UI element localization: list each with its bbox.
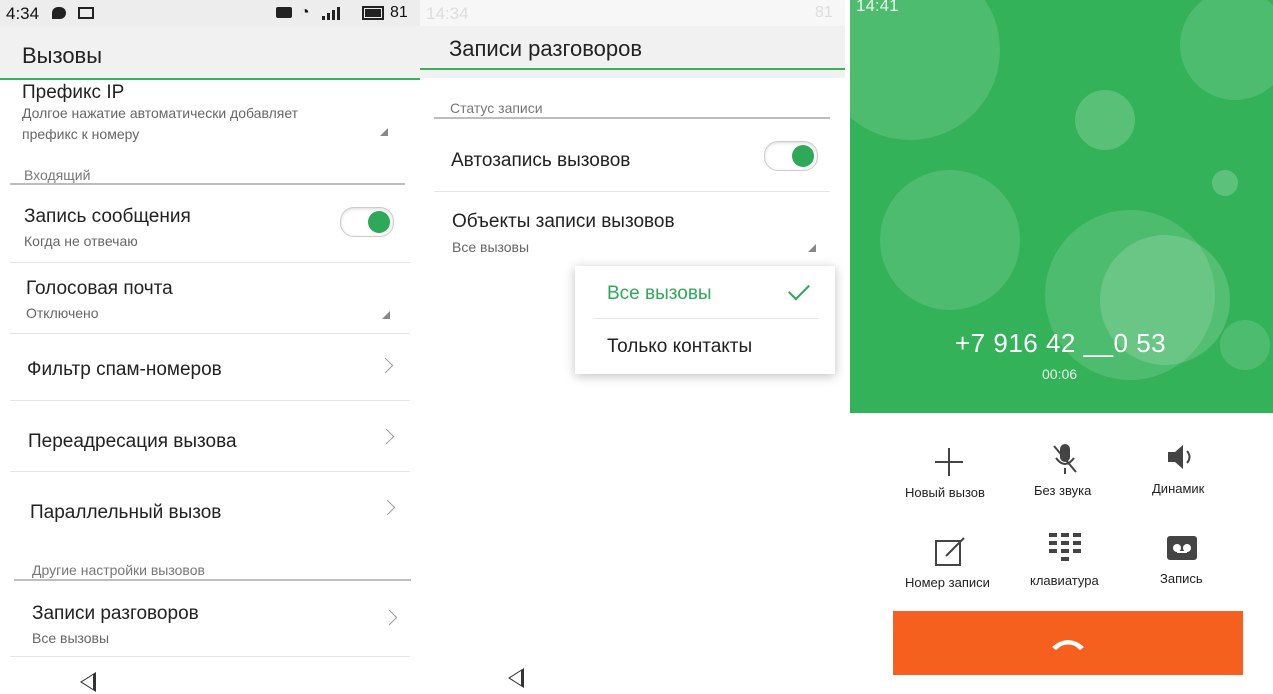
chevron-right-icon (378, 428, 395, 445)
setting-title: Голосовая почта (26, 278, 173, 299)
section-record-status: Статус записи (450, 100, 543, 116)
battery-icon (362, 6, 384, 20)
setting-title: Автозапись вызовов (451, 150, 631, 171)
status-time: 14:41 (856, 0, 899, 15)
setting-sub: Когда не отвечаю (24, 233, 138, 249)
auto-record-toggle[interactable] (764, 141, 818, 171)
button-label: Новый вызов (905, 485, 985, 500)
page-title: Записи разговоров (449, 36, 643, 61)
setting-sub: Долгое нажатие автоматически добавляет (22, 105, 299, 121)
chat-icon (52, 7, 66, 19)
nav-back-icon[interactable] (508, 668, 524, 688)
setting-sub: Все вызовы (452, 239, 530, 255)
app-bar: Вызовы (0, 26, 420, 80)
option-label: Все вызовы (607, 283, 712, 304)
keypad-icon (1049, 533, 1081, 561)
setting-title: Параллельный вызов (30, 502, 222, 523)
speaker-icon (1166, 443, 1196, 471)
divider (434, 191, 830, 192)
setting-title: Фильтр спам-номеров (27, 359, 222, 380)
option-label: Только контакты (607, 336, 753, 357)
button-label: Динамик (1152, 481, 1205, 496)
divider (10, 333, 410, 334)
divider (10, 471, 410, 472)
wifi-icon: ◔ (300, 4, 310, 21)
button-label: клавиатура (1030, 573, 1099, 588)
section-other: Другие настройки вызовов (32, 562, 205, 578)
plus-icon (933, 446, 965, 478)
section-incoming: Входящий (24, 167, 91, 183)
divider (420, 68, 845, 70)
setting-title: Записи разговоров (32, 603, 199, 624)
phone-number: +7 916 42 __0 53 (955, 328, 1167, 358)
chevron-right-icon (381, 609, 398, 626)
record-message-toggle[interactable] (340, 207, 394, 237)
record-icon (1167, 536, 1197, 560)
phone-hangup-icon (1050, 637, 1086, 651)
divider (10, 262, 410, 263)
mic-off-icon (1052, 442, 1078, 476)
setting-sub: Отключено (26, 305, 99, 321)
panel-in-call: 14:41 +7 916 42 __0 53 00:06 Новый вызов… (845, 0, 1273, 694)
status-bar: 14:34 81 (420, 0, 845, 26)
setting-title: Переадресация вызова (28, 431, 237, 452)
button-label: Номер записи (905, 575, 990, 590)
nav-back-icon[interactable] (80, 672, 96, 692)
divider (10, 400, 410, 401)
dropdown-corner-icon (382, 311, 390, 319)
signal-icon (322, 6, 342, 20)
chevron-right-icon (377, 357, 394, 374)
divider (10, 656, 410, 657)
setting-title: Запись сообщения (24, 206, 191, 227)
call-duration: 00:06 (1042, 366, 1078, 382)
dropdown-corner-icon (380, 128, 388, 136)
button-label: Запись (1160, 571, 1203, 586)
divider (434, 117, 830, 119)
record-targets-popup: Все вызовы Только контакты (575, 266, 835, 374)
chevron-right-icon (379, 499, 396, 516)
divider (593, 318, 818, 319)
button-label: Без звука (1034, 483, 1092, 498)
status-bar: 4:34 ◔ 81 (0, 0, 420, 26)
divider (10, 183, 405, 185)
status-time: 4:34 (6, 4, 40, 23)
dropdown-corner-icon (808, 244, 816, 252)
page-title: Вызовы (22, 43, 103, 68)
setting-sub: префикс к номеру (22, 126, 140, 142)
panel-call-settings: 4:34 ◔ 81 Вызовы Префикс IP Долгое нажат… (0, 0, 420, 694)
status-time: 14:34 (426, 4, 469, 23)
divider (14, 579, 411, 581)
battery-level: 81 (815, 4, 833, 21)
battery-level: 81 (390, 4, 408, 21)
message-icon (276, 7, 292, 18)
setting-sub: Все вызовы (32, 630, 110, 646)
app-bar: Записи разговоров (420, 26, 845, 78)
hangup-button[interactable] (893, 611, 1243, 675)
setting-title: Префикс IP (22, 82, 125, 103)
setting-title: Объекты записи вызовов (452, 211, 675, 232)
image-icon (78, 7, 94, 19)
check-icon (788, 278, 810, 301)
note-icon (934, 536, 966, 568)
